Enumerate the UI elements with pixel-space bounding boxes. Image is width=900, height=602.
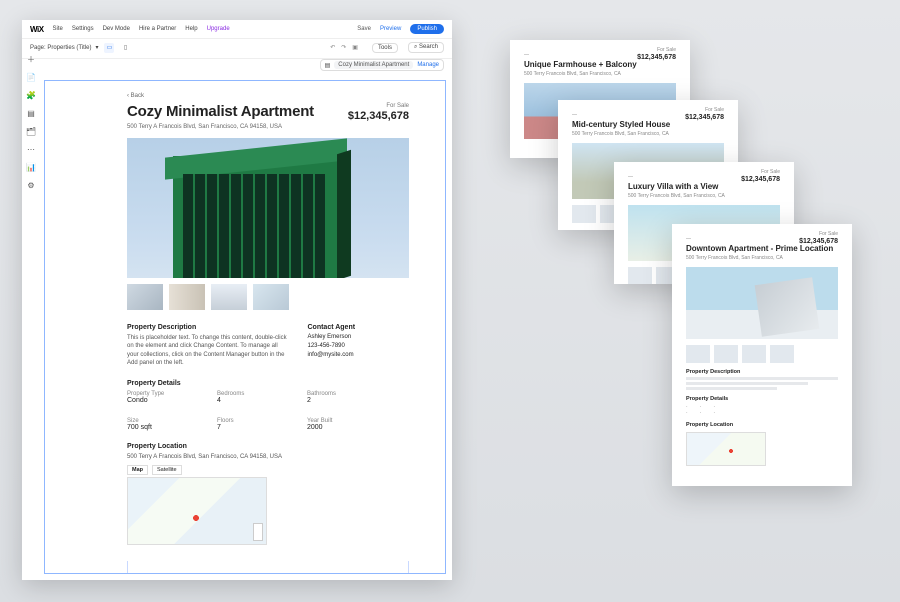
details-grid: Property TypeCondo Bedrooms4 Bathrooms2 … [127,391,409,431]
detail-value[interactable]: 2 [307,397,367,404]
card-title: Mid-century Styled House [572,120,724,129]
thumb-1[interactable] [127,284,163,310]
card-desc-heading: Property Description [686,369,838,375]
left-rail: ＋ 📄 🧩 ▤ 🗂 ⋯ 📊 ⚙ [26,54,36,190]
desktop-view-icon[interactable]: ▭ [104,43,114,53]
dynamic-page[interactable]: ‹ Back Cozy Minimalist Apartment For Sal… [45,81,445,561]
inspector-manage-link[interactable]: Manage [417,62,439,68]
rail-analytics-icon[interactable]: 📊 [26,162,36,172]
location-heading[interactable]: Property Location [127,443,409,450]
card-price: $12,345,678 [741,176,780,183]
search-button[interactable]: ⌕ Search [408,42,444,53]
rail-apps-icon[interactable]: 🧩 [26,90,36,100]
card-subtitle: 500 Terry Francois Blvd, San Francisco, … [572,131,724,137]
detail-value[interactable]: 2000 [307,424,367,431]
detail-value[interactable]: 700 sqft [127,424,187,431]
tools-button[interactable]: Tools [372,43,398,53]
rail-settings-icon[interactable]: ⚙ [26,180,36,190]
rail-layout-icon[interactable]: ▤ [26,108,36,118]
wix-editor-window: WiX Site Settings Dev Mode Hire a Partne… [22,20,452,580]
menu-devmode[interactable]: Dev Mode [103,26,130,32]
card-status: For Sale [657,47,676,53]
mobile-view-icon[interactable]: ▯ [120,43,130,53]
description-heading[interactable]: Property Description [127,324,287,331]
card-title: Unique Farmhouse + Balcony [524,60,676,69]
card-status: For Sale [819,231,838,237]
card-map [686,432,766,466]
thumb-3[interactable] [211,284,247,310]
detail-value[interactable]: Condo [127,397,187,404]
card-price: $12,345,678 [637,54,676,61]
preview-button[interactable]: Preview [380,26,401,32]
save-button[interactable]: Save [357,26,371,32]
detail-value[interactable]: 4 [217,397,277,404]
page-selector[interactable]: Page: Properties (Title) ▾ [30,44,98,51]
database-icon: ▤ [325,62,331,69]
agent-email[interactable]: info@mysite.com [307,352,409,358]
menu-upgrade[interactable]: Upgrade [207,26,230,32]
card-thumbs [686,345,838,363]
listing-price[interactable]: $12,345,678 [348,110,409,122]
menu-help[interactable]: Help [185,26,197,32]
menu-hire[interactable]: Hire a Partner [139,26,176,32]
card-status: For Sale [761,169,780,175]
element-inspector[interactable]: ▤ Cozy Minimalist Apartment Manage [320,59,444,71]
card-subtitle: 500 Terry Francois Blvd, San Francisco, … [686,255,838,261]
card-image [686,267,838,339]
map-tab-map[interactable]: Map [127,465,148,475]
zoom-out-icon[interactable]: ▣ [352,44,358,51]
gallery-thumbnails[interactable] [127,284,409,310]
card-location-heading: Property Location [686,422,838,428]
card-status: For Sale [705,107,724,113]
editor-canvas[interactable]: ‹ Back Cozy Minimalist Apartment For Sal… [44,80,446,574]
rail-cms-icon[interactable]: 🗂 [26,126,36,136]
wix-logo[interactable]: WiX [30,25,44,34]
card-subtitle: 500 Terry Francois Blvd, San Francisco, … [628,193,780,199]
publish-button[interactable]: Publish [410,24,444,34]
agent-phone[interactable]: 123-456-7890 [307,343,409,349]
menu-site[interactable]: Site [53,26,63,32]
thumb-2[interactable] [169,284,205,310]
card-title: Luxury Villa with a View [628,182,780,191]
listing-status[interactable]: For Sale [348,103,409,109]
hero-image[interactable] [127,138,409,278]
map-widget[interactable] [127,477,267,545]
top-menu: WiX Site Settings Dev Mode Hire a Partne… [22,20,452,39]
location-address[interactable]: 500 Terry A Francois Blvd, San Francisco… [127,453,409,461]
card-title: Downtown Apartment - Prime Location [686,244,838,253]
details-heading[interactable]: Property Details [127,380,409,387]
card-details-heading: Property Details [686,396,838,402]
thumb-4[interactable] [253,284,289,310]
sub-toolbar: Page: Properties (Title) ▾ ▭ ▯ ↶ ↷ ▣ Too… [22,39,452,59]
card-subtitle: 500 Terry Francois Blvd, San Francisco, … [524,71,676,77]
listing-address[interactable]: 500 Terry A Francois Blvd, San Francisco… [127,124,409,130]
description-body[interactable]: This is placeholder text. To change this… [127,334,287,368]
map-tab-satellite[interactable]: Satellite [152,465,182,475]
agent-name[interactable]: Ashley Emerson [307,334,409,340]
listing-title[interactable]: Cozy Minimalist Apartment [127,103,314,120]
card-price: $12,345,678 [799,238,838,245]
repeater-card: For Sale $12,345,678 — Downtown Apartmen… [672,224,852,486]
rail-pages-icon[interactable]: 📄 [26,72,36,82]
rail-more-icon[interactable]: ⋯ [26,144,36,154]
menu-settings[interactable]: Settings [72,26,94,32]
undo-icon[interactable]: ↶ [330,44,335,51]
detail-value[interactable]: 7 [217,424,277,431]
repeater-preview-deck: For Sale $12,345,678 — Unique Farmhouse … [490,40,890,560]
redo-icon[interactable]: ↷ [341,44,346,51]
rail-add-icon[interactable]: ＋ [26,54,36,64]
agent-heading[interactable]: Contact Agent [307,324,409,331]
card-price: $12,345,678 [685,114,724,121]
chevron-down-icon: ▾ [95,44,98,51]
back-link[interactable]: ‹ Back [127,93,409,99]
inspector-item-label: Cozy Minimalist Apartment [334,61,413,69]
